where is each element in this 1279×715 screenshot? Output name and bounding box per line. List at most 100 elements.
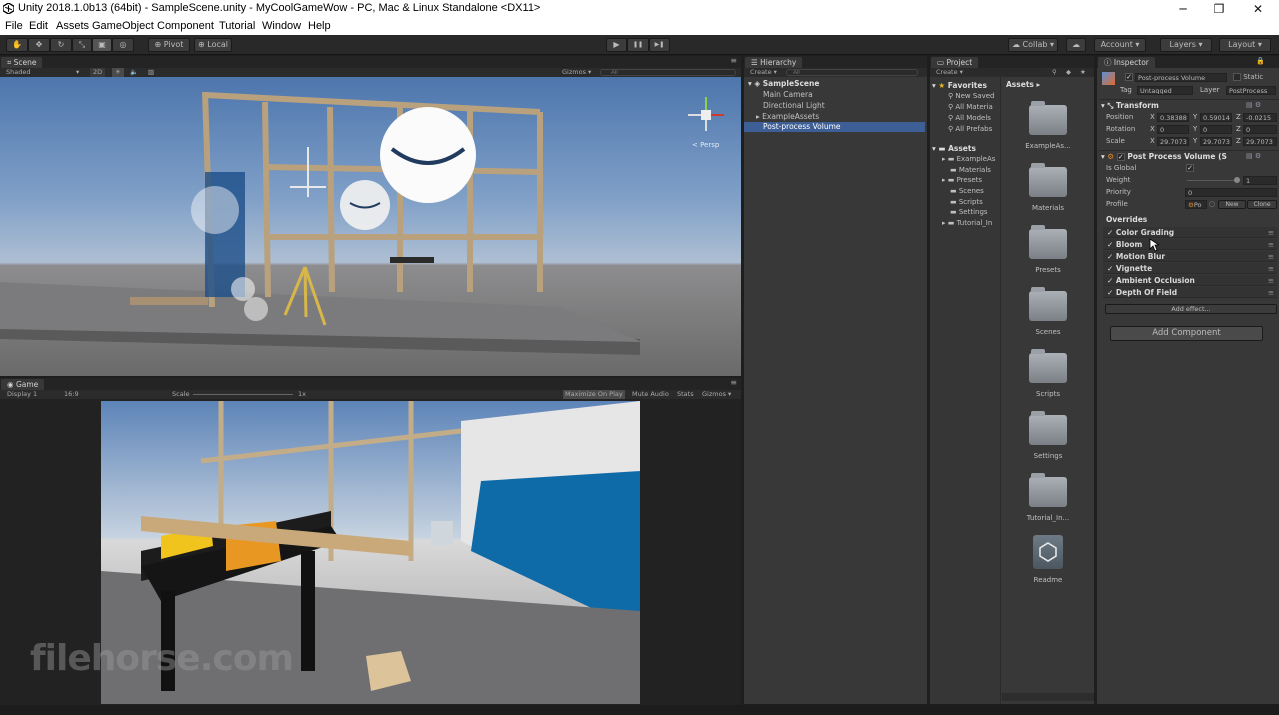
folder-icon[interactable] bbox=[1029, 349, 1067, 383]
scale-tool-icon[interactable]: ⤡ bbox=[72, 38, 92, 52]
stats-toggle[interactable]: Stats bbox=[677, 390, 694, 399]
panel-menu-icon[interactable]: ≡ bbox=[730, 56, 737, 65]
close-button[interactable]: ✕ bbox=[1243, 1, 1273, 17]
layout-dropdown[interactable]: Layout ▾ bbox=[1219, 38, 1271, 52]
scale-slider[interactable] bbox=[193, 394, 293, 395]
shading-mode-dropdown[interactable]: Shaded bbox=[6, 68, 30, 77]
maximize-button[interactable]: ❐ bbox=[1204, 1, 1234, 17]
hierarchy-create-button[interactable]: Create ▾ bbox=[750, 68, 777, 77]
hierarchy-item-main-camera[interactable]: Main Camera bbox=[763, 90, 813, 99]
local-toggle[interactable]: ⊕ Local bbox=[194, 38, 232, 52]
hierarchy-item-post-process-volume[interactable]: Post-process Volume bbox=[744, 122, 925, 132]
scene-gizmos-dropdown[interactable]: Gizmos ▾ bbox=[562, 68, 591, 77]
2d-toggle[interactable]: 2D bbox=[90, 68, 106, 77]
tag-dropdown[interactable]: Untagged bbox=[1137, 86, 1193, 95]
tree-item-presets[interactable]: ▸ ▬ Presets bbox=[942, 176, 982, 184]
scale-y-field[interactable]: 29.7073 bbox=[1200, 137, 1232, 146]
menu-tutorial[interactable]: Tutorial bbox=[219, 20, 255, 32]
lighting-toggle-icon[interactable]: ☀ bbox=[112, 68, 124, 77]
transform-tool-icon[interactable]: ◎ bbox=[112, 38, 134, 52]
transform-settings-icon[interactable]: ▤ ⚙ bbox=[1246, 101, 1261, 109]
override-color-grading[interactable]: ✓ Color Grading ≡ bbox=[1103, 227, 1277, 238]
tab-project[interactable]: ▭ Project bbox=[931, 57, 979, 68]
fav-item-all-models[interactable]: ⚲ All Models bbox=[948, 114, 991, 122]
object-picker-icon[interactable]: ○ bbox=[1209, 200, 1215, 208]
add-component-button[interactable]: Add Component bbox=[1110, 326, 1263, 341]
persp-label[interactable]: < Persp bbox=[692, 141, 719, 149]
override-vignette[interactable]: ✓ Vignette ≡ bbox=[1103, 263, 1277, 274]
folder-icon[interactable] bbox=[1029, 163, 1067, 197]
menu-window[interactable]: Window bbox=[262, 20, 301, 32]
folder-icon[interactable] bbox=[1029, 225, 1067, 259]
ppv-header[interactable]: ▾ ⚙ ✓ Post Process Volume (S bbox=[1101, 152, 1227, 161]
rotate-tool-icon[interactable]: ↻ bbox=[50, 38, 72, 52]
weight-field[interactable]: 1 bbox=[1243, 176, 1277, 185]
tree-item-exampleassets[interactable]: ▸ ▬ ExampleAs bbox=[942, 155, 995, 163]
project-breadcrumb[interactable]: Assets ▸ bbox=[1006, 80, 1040, 89]
weight-slider[interactable] bbox=[1187, 180, 1239, 181]
profile-field[interactable]: ⚙Po bbox=[1185, 200, 1207, 209]
scene-root-item[interactable]: ▾ ◈ SampleScene bbox=[748, 79, 819, 88]
menu-help[interactable]: Help bbox=[308, 20, 331, 32]
maximize-on-play-toggle[interactable]: Maximize On Play bbox=[563, 390, 625, 399]
override-bloom[interactable]: ✓ Bloom ≡ bbox=[1103, 239, 1277, 250]
collab-dropdown[interactable]: ☁ Collab ▾ bbox=[1008, 38, 1058, 52]
fav-item-all-prefabs[interactable]: ⚲ All Prefabs bbox=[948, 125, 992, 133]
override-ambient-occlusion[interactable]: ✓ Ambient Occlusion ≡ bbox=[1103, 275, 1277, 286]
rotation-x-field[interactable]: 0 bbox=[1157, 125, 1189, 134]
panel-menu-icon[interactable]: ≡ bbox=[730, 378, 737, 387]
display-dropdown[interactable]: Display 1 bbox=[7, 390, 37, 399]
pause-button[interactable]: ❚❚ bbox=[627, 38, 649, 52]
grid-item-exampleassets[interactable]: ExampleAs... bbox=[1018, 142, 1078, 150]
scale-x-field[interactable]: 29.7073 bbox=[1157, 137, 1189, 146]
step-button[interactable]: ▶❚ bbox=[649, 38, 670, 52]
grid-item-materials[interactable]: Materials bbox=[1018, 204, 1078, 212]
grid-item-settings[interactable]: Settings bbox=[1018, 452, 1078, 460]
folder-icon[interactable] bbox=[1029, 101, 1067, 135]
aspect-dropdown[interactable]: 16:9 bbox=[64, 390, 79, 399]
priority-field[interactable]: 0 bbox=[1185, 188, 1277, 197]
layer-dropdown[interactable]: PostProcess bbox=[1226, 86, 1276, 95]
folder-icon[interactable] bbox=[1029, 411, 1067, 445]
lock-icon[interactable]: 🔒 bbox=[1256, 57, 1265, 65]
position-y-field[interactable]: 0.59014 bbox=[1200, 113, 1232, 122]
grid-item-tutorial-info[interactable]: Tutorial_In... bbox=[1018, 514, 1078, 522]
rotation-y-field[interactable]: 0 bbox=[1200, 125, 1232, 134]
mute-audio-toggle[interactable]: Mute Audio bbox=[632, 390, 669, 399]
hierarchy-search-input[interactable] bbox=[786, 69, 918, 76]
favorites-header[interactable]: ▾ ★ Favorites bbox=[932, 81, 987, 90]
tab-scene[interactable]: ⌗ Scene bbox=[1, 57, 43, 68]
transform-header[interactable]: ▾ ⤡ Transform bbox=[1101, 101, 1159, 111]
scale-z-field[interactable]: 29.7073 bbox=[1243, 137, 1277, 146]
filter-label-icon[interactable]: ◆ bbox=[1066, 68, 1071, 77]
override-depth-of-field[interactable]: ✓ Depth Of Field ≡ bbox=[1103, 287, 1277, 298]
fav-item-new-saved[interactable]: ⚲ New Saved bbox=[948, 92, 994, 100]
tab-hierarchy[interactable]: ☰ Hierarchy bbox=[745, 57, 803, 68]
weight-slider-knob[interactable] bbox=[1234, 177, 1240, 183]
scene-viewport[interactable]: < Persp bbox=[0, 77, 741, 376]
tree-item-settings[interactable]: ▬ Settings bbox=[950, 208, 988, 216]
folder-icon[interactable] bbox=[1029, 473, 1067, 507]
project-create-button[interactable]: Create ▾ bbox=[936, 68, 963, 77]
project-zoom-slider[interactable] bbox=[1002, 693, 1094, 701]
play-button[interactable]: ▶ bbox=[606, 38, 627, 52]
position-z-field[interactable]: -0.0215 bbox=[1243, 113, 1277, 122]
fav-item-all-materials[interactable]: ⚲ All Materia bbox=[948, 103, 993, 111]
menu-edit[interactable]: Edit bbox=[29, 20, 48, 32]
menu-file[interactable]: File bbox=[5, 20, 23, 32]
static-toggle[interactable]: Static bbox=[1233, 73, 1263, 81]
audio-toggle-icon[interactable]: 🔈 bbox=[130, 68, 138, 77]
scene-search-input[interactable] bbox=[600, 69, 736, 76]
menu-gameobject[interactable]: GameObject bbox=[92, 20, 154, 32]
shading-arrow-icon[interactable]: ▾ bbox=[76, 68, 79, 77]
rotation-z-field[interactable]: 0 bbox=[1243, 125, 1277, 134]
account-dropdown[interactable]: Account ▾ bbox=[1094, 38, 1146, 52]
tree-item-tutorial-info[interactable]: ▸ ▬ Tutorial_In bbox=[942, 219, 992, 227]
menu-assets[interactable]: Assets bbox=[56, 20, 89, 32]
grid-item-presets[interactable]: Presets bbox=[1018, 266, 1078, 274]
move-tool-icon[interactable]: ✥ bbox=[28, 38, 50, 52]
add-effect-button[interactable]: Add effect... bbox=[1105, 304, 1277, 314]
grid-item-scripts[interactable]: Scripts bbox=[1018, 390, 1078, 398]
pivot-toggle[interactable]: ⊕ Pivot bbox=[148, 38, 190, 52]
hand-tool-icon[interactable]: ✋ bbox=[6, 38, 28, 52]
